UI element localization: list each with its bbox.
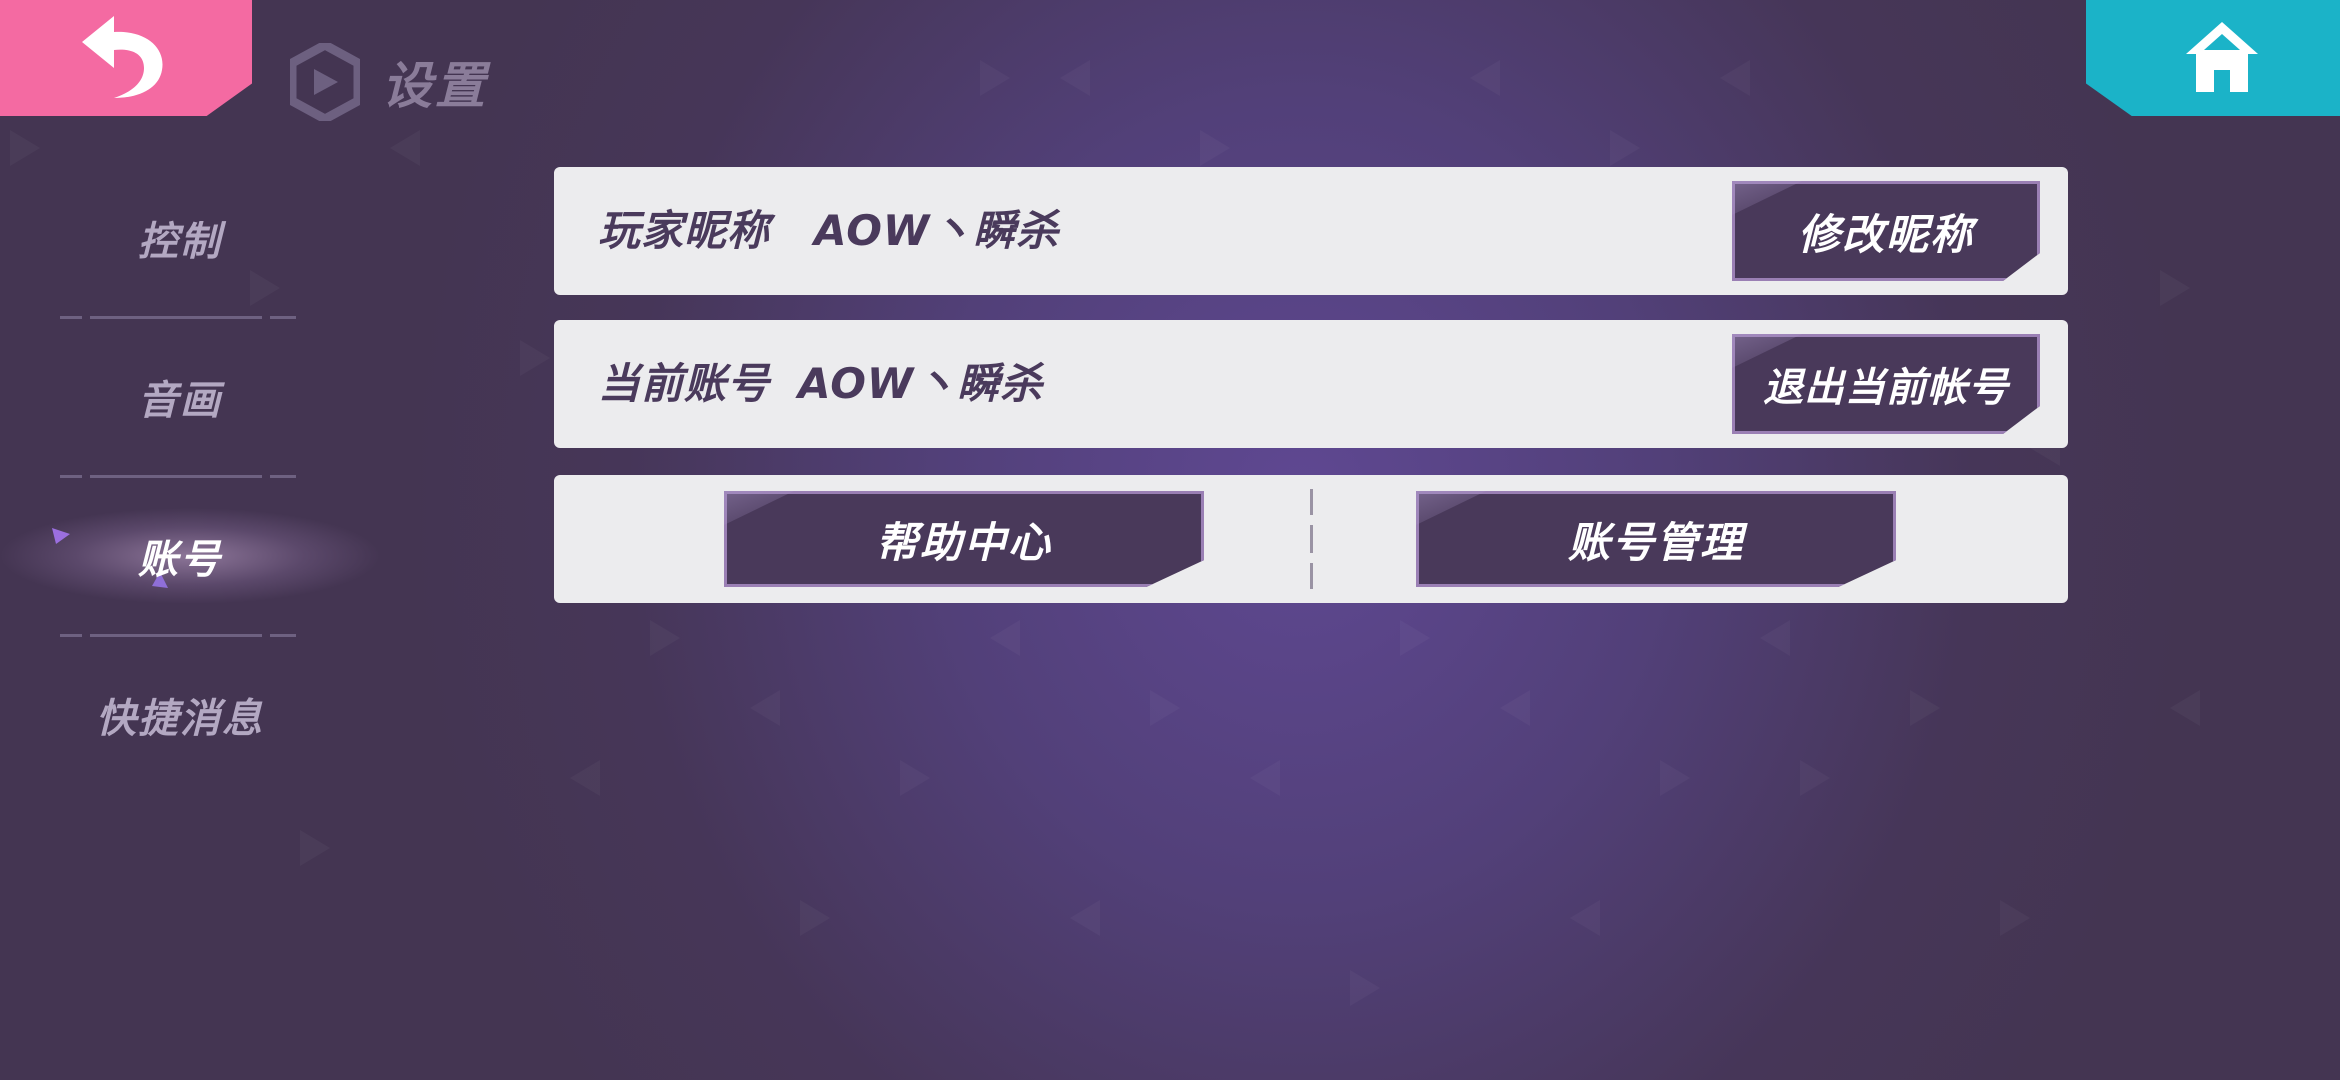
- sidebar-item-label: 音画: [138, 378, 222, 424]
- nickname-value: AOW丶瞬杀: [814, 206, 1060, 255]
- page-header: 设置: [290, 42, 488, 122]
- hexagon-logo-icon: [290, 43, 360, 121]
- row-separator: [1310, 489, 1313, 589]
- help-center-button[interactable]: 帮助中心: [724, 491, 1204, 587]
- account-manage-button[interactable]: 账号管理: [1416, 491, 1896, 587]
- nickname-label: 玩家昵称: [598, 206, 771, 255]
- current-account-row: 当前账号 AOW丶瞬杀 退出当前帐号: [554, 320, 2068, 448]
- help-row: 帮助中心 账号管理: [554, 475, 2068, 603]
- sidebar-nav: 控制 音画 账号 快捷消息: [0, 160, 380, 793]
- sidebar-item-label: 控制: [138, 219, 222, 265]
- logout-button[interactable]: 退出当前帐号: [1732, 334, 2040, 434]
- back-button[interactable]: [0, 0, 252, 116]
- sidebar-item-audio-video[interactable]: 音画: [40, 319, 320, 475]
- sidebar-item-quick-message[interactable]: 快捷消息: [40, 637, 320, 793]
- sidebar-item-control[interactable]: 控制: [40, 160, 320, 316]
- edit-nickname-button[interactable]: 修改昵称: [1732, 181, 2040, 281]
- back-arrow-icon: [82, 16, 163, 98]
- nickname-row: 玩家昵称 AOW丶瞬杀 修改昵称: [554, 167, 2068, 295]
- sidebar-item-label: 账号: [138, 537, 222, 583]
- sidebar-item-label: 快捷消息: [96, 696, 264, 742]
- nickname-label-group: 玩家昵称 AOW丶瞬杀: [598, 167, 1059, 295]
- home-button[interactable]: [2086, 0, 2340, 116]
- current-account-label: 当前账号: [598, 359, 771, 408]
- home-icon: [2186, 22, 2258, 92]
- current-account-label-group: 当前账号 AOW丶瞬杀: [598, 320, 1043, 448]
- page-title: 设置: [382, 57, 488, 115]
- sidebar-item-account[interactable]: 账号: [0, 478, 380, 634]
- sparkle-icon: [52, 528, 70, 544]
- current-account-value: AOW丶瞬杀: [798, 359, 1044, 408]
